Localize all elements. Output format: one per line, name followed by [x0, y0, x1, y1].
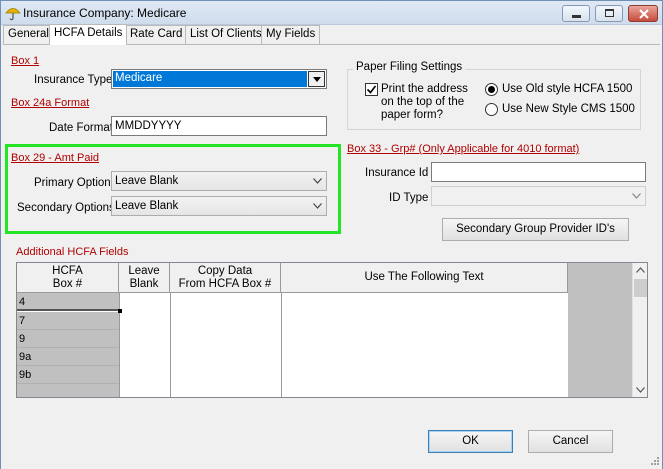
primary-options-value: Leave Blank — [115, 175, 179, 187]
checkmark-icon — [366, 85, 377, 94]
column-divider — [281, 293, 282, 397]
tab-my-fields[interactable]: My Fields — [261, 25, 321, 44]
scroll-thumb[interactable] — [634, 279, 647, 297]
minimize-icon — [572, 15, 581, 18]
print-address-label-line2: on the top of the — [381, 96, 465, 108]
tab-rate-card[interactable]: Rate Card — [125, 25, 188, 44]
column-header-copy-data-line2: From HCFA Box # — [178, 278, 272, 290]
column-header-leave-blank-line2: Blank — [129, 278, 159, 290]
scroll-down-icon[interactable] — [636, 387, 645, 393]
column-header-copy-data-line1: Copy Data — [197, 265, 253, 277]
resize-grip-icon[interactable] — [648, 456, 660, 468]
table-row-header[interactable]: 9b — [17, 366, 119, 384]
close-icon — [639, 9, 649, 19]
chevron-down-icon — [313, 178, 322, 184]
maximize-button[interactable] — [595, 5, 623, 22]
chevron-down-icon — [313, 203, 322, 209]
tab-general-label: General — [8, 28, 49, 40]
table-row-header[interactable]: 4 — [17, 293, 119, 311]
column-header-leave-blank: Leave Blank — [119, 263, 170, 293]
id-type-dropdown[interactable] — [431, 186, 646, 206]
date-format-input[interactable]: MMDDYYYY — [111, 116, 327, 136]
column-divider — [170, 293, 171, 397]
cell-cursor-marker — [118, 309, 122, 313]
table-row-header-partial[interactable] — [17, 384, 119, 397]
tab-list-of-clients[interactable]: List Of Clients — [185, 25, 267, 44]
vertical-scrollbar[interactable] — [632, 263, 647, 397]
grid-empty-area — [568, 263, 632, 397]
chevron-down-icon — [313, 77, 321, 82]
table-row-header[interactable]: 9a — [17, 348, 119, 366]
tab-my-fields-label: My Fields — [266, 28, 316, 40]
box24a-heading: Box 24a Format — [11, 97, 90, 109]
print-address-label-line1: Print the address — [381, 83, 468, 95]
chevron-down-icon — [632, 193, 641, 199]
minimize-button[interactable] — [562, 5, 590, 22]
insurance-type-dropdown-button[interactable] — [308, 71, 325, 87]
print-address-label-line3: paper form? — [381, 109, 444, 121]
column-header-hcfa-box: HCFA Box # — [17, 263, 119, 293]
maximize-icon — [605, 9, 614, 17]
insurance-id-label: Insurance Id — [365, 167, 429, 179]
primary-options-label: Primary Options — [34, 177, 117, 189]
insurance-company-dialog: Insurance Company: Medicare General HCFA… — [0, 0, 663, 469]
insurance-type-value: Medicare — [113, 71, 307, 87]
radio-selected-dot — [488, 86, 495, 93]
radio-new-style-label: Use New Style CMS 1500 — [502, 103, 635, 115]
tab-hcfa-details-label: HCFA Details — [54, 27, 123, 39]
tab-general[interactable]: General — [3, 25, 54, 44]
insurance-type-label: Insurance Type — [34, 74, 113, 86]
close-button[interactable] — [628, 5, 658, 22]
title-bar: Insurance Company: Medicare — [1, 1, 662, 25]
column-header-following-text: Use The Following Text — [281, 263, 568, 293]
column-header-leave-blank-line1: Leave — [128, 265, 160, 277]
secondary-options-dropdown[interactable]: Leave Blank — [111, 196, 327, 216]
print-address-checkbox[interactable] — [365, 83, 378, 96]
table-row-header[interactable]: 9 — [17, 330, 119, 348]
box1-heading: Box 1 — [11, 55, 40, 67]
umbrella-icon — [5, 8, 21, 21]
window-title: Insurance Company: Medicare — [23, 6, 187, 20]
additional-hcfa-fields-heading: Additional HCFA Fields — [16, 246, 129, 258]
paper-filing-title: Paper Filing Settings — [353, 61, 466, 73]
table-row-header[interactable]: 7 — [17, 312, 119, 330]
box33-heading: Box 33 - Grp# (Only Applicable for 4010 … — [347, 143, 580, 155]
radio-old-style-label: Use Old style HCFA 1500 — [502, 83, 633, 95]
insurance-id-input[interactable] — [431, 162, 646, 182]
radio-new-style-cms[interactable] — [485, 103, 498, 116]
date-format-label: Date Format — [49, 122, 113, 134]
column-header-copy-data: Copy Data From HCFA Box # — [170, 263, 281, 293]
secondary-options-label: Secondary Options — [17, 202, 115, 214]
cancel-button[interactable]: Cancel — [528, 430, 613, 453]
ok-button[interactable]: OK — [428, 430, 513, 453]
column-header-hcfa-box-line2: Box # — [52, 278, 83, 290]
radio-old-style-hcfa[interactable] — [485, 83, 498, 96]
secondary-options-value: Leave Blank — [115, 200, 179, 212]
additional-hcfa-fields-grid[interactable]: HCFA Box # Leave Blank Copy Data From HC… — [16, 262, 648, 398]
id-type-label: ID Type — [389, 192, 429, 204]
print-address-label: Print the address on the top of the pape… — [381, 83, 468, 122]
secondary-group-provider-ids-button[interactable]: Secondary Group Provider ID's — [442, 218, 629, 241]
tab-rate-card-label: Rate Card — [130, 28, 183, 40]
tab-list-of-clients-label: List Of Clients — [190, 28, 262, 40]
column-header-hcfa-box-line1: HCFA — [52, 265, 83, 277]
box29-heading: Box 29 - Amt Paid — [11, 152, 100, 164]
tab-hcfa-details[interactable]: HCFA Details — [49, 24, 128, 45]
insurance-type-dropdown[interactable]: Medicare — [111, 69, 327, 89]
primary-options-dropdown[interactable]: Leave Blank — [111, 171, 327, 191]
scroll-up-icon[interactable] — [636, 267, 645, 273]
